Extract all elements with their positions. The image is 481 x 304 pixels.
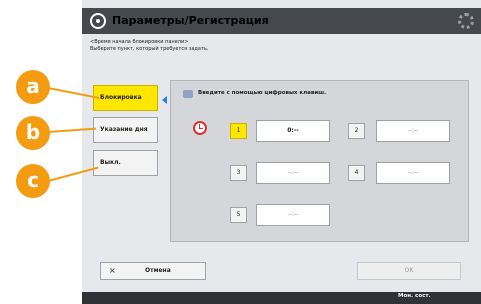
ok-button[interactable]: ОК bbox=[357, 262, 461, 280]
option-off-button[interactable]: Выкл. bbox=[93, 150, 158, 176]
cancel-button[interactable]: × Отмена bbox=[100, 262, 206, 280]
slot-2-button[interactable]: 2 bbox=[348, 123, 365, 139]
instruction-text: <Время начала блокировки панели> Выберит… bbox=[90, 39, 208, 53]
clock-icon bbox=[193, 121, 207, 135]
option-day-button[interactable]: Указание дня bbox=[93, 117, 158, 143]
slot-4-button[interactable]: 4 bbox=[348, 165, 365, 181]
option-lock-button[interactable]: Блокировка bbox=[93, 85, 158, 111]
close-icon: × bbox=[109, 266, 116, 275]
slot-5-time-field[interactable]: --:-- bbox=[256, 204, 330, 226]
settings-gear-icon bbox=[90, 13, 106, 29]
slot-1-button[interactable]: 1 bbox=[230, 123, 247, 139]
window-title: Параметры/Регистрация bbox=[112, 14, 269, 27]
title-bar-content: Параметры/Регистрация bbox=[82, 8, 481, 34]
slot-5-button[interactable]: 5 bbox=[230, 207, 247, 223]
keypad-hint-text: Введите с помощью цифровых клавиш. bbox=[198, 90, 327, 96]
callout-a: a bbox=[16, 70, 50, 104]
status-monitor-button[interactable]: Мон. сост. bbox=[398, 293, 431, 299]
keypad-hint-icon bbox=[183, 90, 193, 98]
cancel-label: Отмена bbox=[145, 267, 171, 274]
selected-arrow-icon bbox=[162, 96, 167, 104]
slot-1-time-field[interactable]: 0:-- bbox=[256, 120, 330, 142]
slot-3-button[interactable]: 3 bbox=[230, 165, 247, 181]
callout-b: b bbox=[16, 116, 50, 150]
instruction-line-2: Выберите пункт, который требуется задать… bbox=[90, 46, 209, 52]
slot-3-time-field[interactable]: --:-- bbox=[256, 162, 330, 184]
settings-icon[interactable] bbox=[458, 13, 474, 29]
slot-4-time-field[interactable]: --:-- bbox=[376, 162, 450, 184]
slot-2-time-field[interactable]: --:-- bbox=[376, 120, 450, 142]
instruction-line-1: <Время начала блокировки панели> bbox=[90, 39, 189, 45]
callout-c: c bbox=[16, 164, 50, 198]
